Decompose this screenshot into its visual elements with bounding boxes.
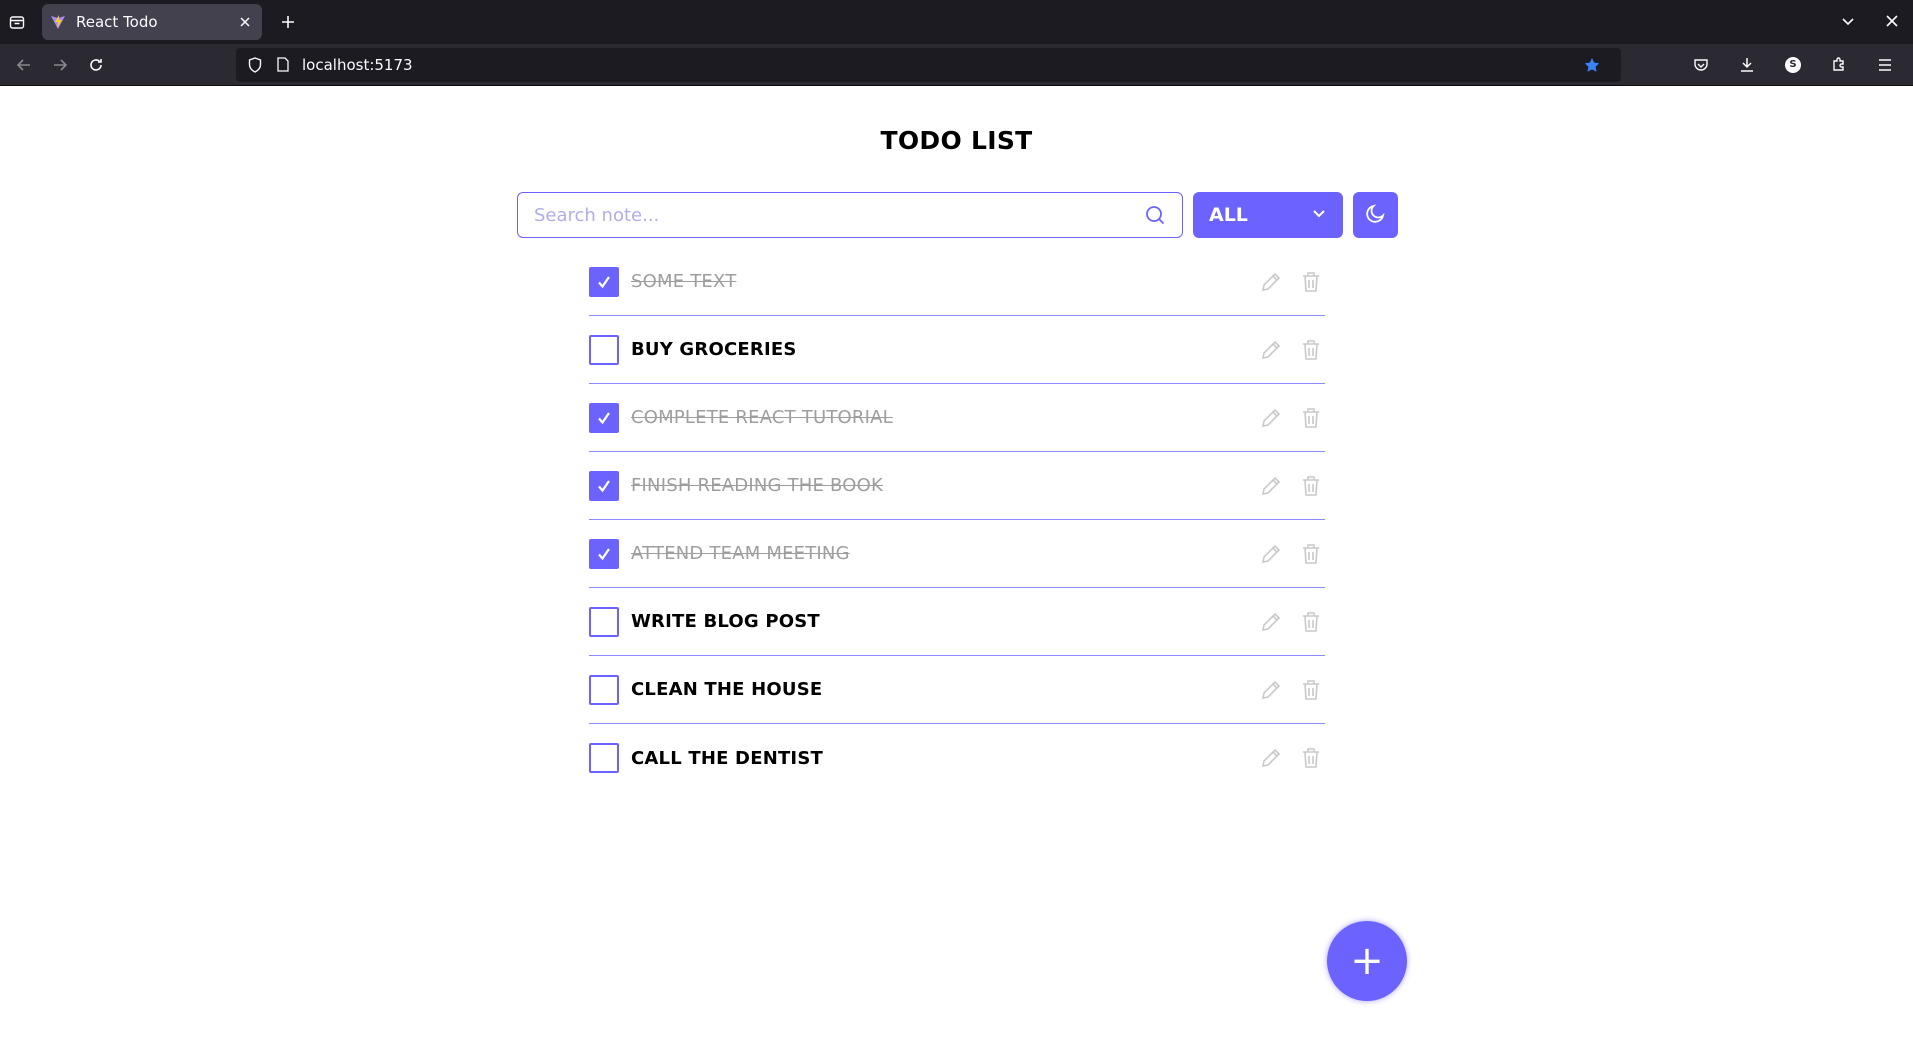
todo-item: CALL THE DENTIST bbox=[589, 724, 1325, 792]
todo-checkbox[interactable] bbox=[589, 538, 619, 569]
theme-toggle-button[interactable] bbox=[1353, 192, 1398, 238]
close-window-icon[interactable] bbox=[1885, 13, 1899, 32]
trash-icon[interactable] bbox=[1299, 542, 1323, 566]
edit-pencil-icon[interactable] bbox=[1259, 542, 1283, 566]
edit-pencil-icon[interactable] bbox=[1259, 338, 1283, 362]
todo-text: SOME TEXT bbox=[631, 271, 737, 292]
moon-icon bbox=[1365, 202, 1387, 228]
search-box[interactable] bbox=[517, 192, 1183, 238]
todo-checkbox[interactable] bbox=[589, 402, 619, 433]
trash-icon[interactable] bbox=[1299, 678, 1323, 702]
todo-checkbox[interactable] bbox=[589, 266, 619, 297]
edit-pencil-icon[interactable] bbox=[1259, 610, 1283, 634]
back-icon[interactable] bbox=[8, 49, 40, 81]
filter-value: ALL bbox=[1209, 204, 1248, 226]
reload-icon[interactable] bbox=[80, 49, 112, 81]
todo-checkbox[interactable] bbox=[589, 606, 619, 637]
todo-text: COMPLETE REACT TUTORIAL bbox=[631, 407, 893, 428]
todo-checkbox[interactable] bbox=[589, 334, 619, 365]
trash-icon[interactable] bbox=[1299, 610, 1323, 634]
page-title: TODO LIST bbox=[880, 126, 1033, 155]
edit-pencil-icon[interactable] bbox=[1259, 678, 1283, 702]
todo-list: SOME TEXT BUY GROCERIES COMPLETE REACT T… bbox=[589, 248, 1325, 792]
menu-icon[interactable] bbox=[1869, 49, 1901, 81]
browser-tab-bar: React Todo bbox=[0, 0, 1913, 44]
todo-item: WRITE BLOG POST bbox=[589, 588, 1325, 656]
edit-pencil-icon[interactable] bbox=[1259, 746, 1283, 770]
search-input[interactable] bbox=[534, 204, 1144, 226]
page-icon[interactable] bbox=[274, 56, 292, 74]
todo-text: BUY GROCERIES bbox=[631, 339, 797, 360]
search-icon[interactable] bbox=[1144, 204, 1166, 226]
todo-item: ATTEND TEAM MEETING bbox=[589, 520, 1325, 588]
todo-checkbox[interactable] bbox=[589, 743, 619, 773]
list-all-tabs-icon[interactable] bbox=[1841, 13, 1855, 32]
forward-icon[interactable] bbox=[44, 49, 76, 81]
browser-tab[interactable]: React Todo bbox=[42, 4, 262, 40]
vite-favicon-icon bbox=[51, 15, 65, 29]
trash-icon[interactable] bbox=[1299, 270, 1323, 294]
todo-text: CLEAN THE HOUSE bbox=[631, 679, 823, 700]
trash-icon[interactable] bbox=[1299, 474, 1323, 498]
url-bar[interactable]: localhost:5173 bbox=[236, 47, 1621, 82]
tab-title: React Todo bbox=[76, 13, 158, 31]
todo-text: CALL THE DENTIST bbox=[631, 747, 823, 769]
add-todo-button[interactable]: + bbox=[1327, 921, 1407, 1001]
todo-checkbox[interactable] bbox=[589, 470, 619, 501]
chevron-down-icon bbox=[1311, 204, 1327, 226]
bookmark-star-icon[interactable] bbox=[1583, 56, 1601, 74]
todo-text: ATTEND TEAM MEETING bbox=[631, 543, 850, 564]
downloads-icon[interactable] bbox=[1731, 49, 1763, 81]
todo-item: BUY GROCERIES bbox=[589, 316, 1325, 384]
todo-item: FINISH READING THE BOOK bbox=[589, 452, 1325, 520]
todo-text: WRITE BLOG POST bbox=[631, 611, 820, 632]
extensions-icon[interactable] bbox=[1823, 49, 1855, 81]
shield-icon[interactable] bbox=[246, 56, 264, 74]
todo-item: COMPLETE REACT TUTORIAL bbox=[589, 384, 1325, 452]
filter-dropdown[interactable]: ALL bbox=[1193, 192, 1343, 238]
firefox-view-icon[interactable] bbox=[0, 0, 34, 44]
url-text[interactable]: localhost:5173 bbox=[302, 56, 1583, 74]
todo-text: FINISH READING THE BOOK bbox=[631, 475, 884, 496]
trash-icon[interactable] bbox=[1299, 338, 1323, 362]
todo-app: TODO LIST ALL SOME TEXT BUY GROCERIES bbox=[0, 86, 1913, 1046]
todo-item: CLEAN THE HOUSE bbox=[589, 656, 1325, 724]
todo-checkbox[interactable] bbox=[589, 674, 619, 705]
close-tab-icon[interactable] bbox=[236, 13, 254, 31]
trash-icon[interactable] bbox=[1299, 746, 1323, 770]
browser-nav-bar: localhost:5173 S bbox=[0, 44, 1913, 86]
edit-pencil-icon[interactable] bbox=[1259, 270, 1283, 294]
pocket-icon[interactable] bbox=[1685, 49, 1717, 81]
account-icon[interactable]: S bbox=[1777, 49, 1809, 81]
new-tab-icon[interactable] bbox=[272, 6, 304, 38]
trash-icon[interactable] bbox=[1299, 406, 1323, 430]
todo-item: SOME TEXT bbox=[589, 248, 1325, 316]
edit-pencil-icon[interactable] bbox=[1259, 406, 1283, 430]
edit-pencil-icon[interactable] bbox=[1259, 474, 1283, 498]
